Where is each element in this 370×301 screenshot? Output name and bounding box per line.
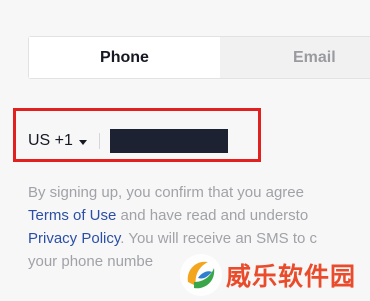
country-code-dropdown[interactable]: US +1 — [28, 132, 87, 150]
phone-input-row: US +1 — [28, 119, 370, 163]
terms-of-use-link[interactable]: Terms of Use — [28, 207, 116, 224]
legal-line-2-text: and have read and understo — [116, 207, 309, 224]
legal-line-3: Privacy Policy. You will receive an SMS … — [28, 227, 370, 250]
tab-phone[interactable]: Phone — [29, 37, 220, 78]
signup-form: Phone Email US +1 By signing up, you con… — [0, 0, 370, 301]
watermark-logo-icon — [180, 254, 222, 296]
signup-method-tabs: Phone Email — [28, 36, 370, 79]
legal-line-1: By signing up, you confirm that you agre… — [28, 184, 304, 201]
phone-number-input[interactable] — [109, 129, 228, 153]
legal-line-2: Terms of Use and have read and understo — [28, 204, 370, 227]
privacy-policy-link[interactable]: Privacy Policy — [28, 230, 120, 247]
watermark-text: 威乐软件园 — [226, 262, 357, 291]
tab-email[interactable]: Email — [220, 37, 370, 78]
watermark: 威乐软件园 — [178, 249, 370, 301]
country-code-label: US +1 — [28, 132, 73, 149]
divider — [98, 133, 100, 149]
caret-down-icon — [78, 139, 87, 145]
legal-line-3-text: . You will receive an SMS to c — [120, 230, 318, 247]
